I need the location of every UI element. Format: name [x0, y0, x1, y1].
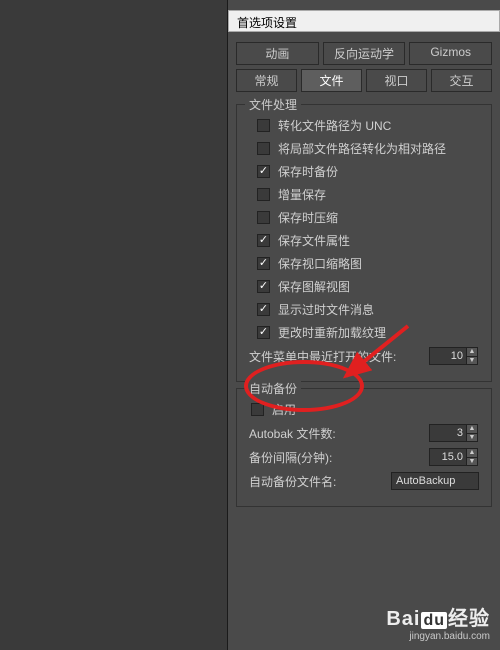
backup-interval-spinner[interactable]: ▲▼ [429, 448, 479, 466]
autobak-count-input[interactable] [429, 424, 467, 442]
auto-backup-legend: 自动备份 [245, 380, 301, 397]
recent-files-label: 文件菜单中最近打开的文件: [249, 348, 396, 365]
watermark: Baidu经验 jingyan.baidu.com [386, 602, 490, 642]
lbl-schematic: 保存图解视图 [278, 278, 350, 295]
lbl-incremental: 增量保存 [278, 186, 326, 203]
lbl-unc: 转化文件路径为 UNC [278, 117, 391, 134]
watermark-brand3: 经验 [448, 608, 490, 630]
down-arrow-icon[interactable]: ▼ [467, 458, 477, 466]
chk-incremental[interactable] [257, 188, 270, 201]
chk-backup-save[interactable] [257, 165, 270, 178]
watermark-brand1: Bai [386, 608, 420, 630]
tab-file[interactable]: 文件 [301, 69, 362, 92]
tab-viewport[interactable]: 视口 [366, 69, 427, 92]
tab-row-1: 动画 反向运动学 Gizmos [236, 42, 492, 65]
auto-backup-group: 自动备份 启用 Autobak 文件数: ▲▼ 备份间隔(分钟): ▲▼ 自动备… [236, 388, 492, 507]
chk-props[interactable] [257, 234, 270, 247]
lbl-thumb: 保存视口缩略图 [278, 255, 362, 272]
lbl-reload-tex: 更改时重新加载纹理 [278, 324, 386, 341]
dialog-titlebar: 首选项设置 [228, 10, 500, 32]
chk-enable-autobackup[interactable] [251, 403, 264, 416]
lbl-obsolete: 显示过时文件消息 [278, 301, 374, 318]
lbl-enable-autobackup: 启用 [272, 401, 296, 418]
chk-relative[interactable] [257, 142, 270, 155]
autobak-count-label: Autobak 文件数: [249, 425, 336, 442]
watermark-brand2: du [421, 612, 447, 629]
tab-general[interactable]: 常规 [236, 69, 297, 92]
up-arrow-icon[interactable]: ▲ [467, 449, 477, 458]
chk-obsolete[interactable] [257, 303, 270, 316]
tab-row-2: 常规 文件 视口 交互 [236, 69, 492, 92]
down-arrow-icon[interactable]: ▼ [467, 357, 477, 365]
file-handling-legend: 文件处理 [245, 96, 301, 113]
up-arrow-icon[interactable]: ▲ [467, 348, 477, 357]
file-handling-group: 文件处理 转化文件路径为 UNC 将局部文件路径转化为相对路径 保存时备份 增量… [236, 104, 492, 382]
chk-unc[interactable] [257, 119, 270, 132]
chk-thumb[interactable] [257, 257, 270, 270]
recent-files-input[interactable] [429, 347, 467, 365]
backup-interval-input[interactable] [429, 448, 467, 466]
down-arrow-icon[interactable]: ▼ [467, 434, 477, 442]
chk-reload-tex[interactable] [257, 326, 270, 339]
chk-schematic[interactable] [257, 280, 270, 293]
backup-name-input[interactable] [391, 472, 479, 490]
left-pane [0, 0, 228, 650]
lbl-relative: 将局部文件路径转化为相对路径 [278, 140, 446, 157]
backup-interval-label: 备份间隔(分钟): [249, 449, 332, 466]
tab-ik[interactable]: 反向运动学 [323, 42, 406, 65]
lbl-props: 保存文件属性 [278, 232, 350, 249]
up-arrow-icon[interactable]: ▲ [467, 425, 477, 434]
tab-gizmos[interactable]: Gizmos [409, 42, 492, 65]
chk-compress[interactable] [257, 211, 270, 224]
tab-area: 动画 反向运动学 Gizmos 常规 文件 视口 交互 [228, 32, 500, 98]
recent-files-spinner[interactable]: ▲▼ [429, 347, 479, 365]
preferences-dialog: 首选项设置 动画 反向运动学 Gizmos 常规 文件 视口 交互 文件处理 转… [228, 10, 500, 650]
watermark-url: jingyan.baidu.com [386, 631, 490, 642]
tab-animation[interactable]: 动画 [236, 42, 319, 65]
autobak-count-spinner[interactable]: ▲▼ [429, 424, 479, 442]
backup-name-label: 自动备份文件名: [249, 473, 336, 490]
lbl-compress: 保存时压缩 [278, 209, 338, 226]
tab-interaction[interactable]: 交互 [431, 69, 492, 92]
lbl-backup-save: 保存时备份 [278, 163, 338, 180]
dialog-title: 首选项设置 [237, 16, 297, 30]
